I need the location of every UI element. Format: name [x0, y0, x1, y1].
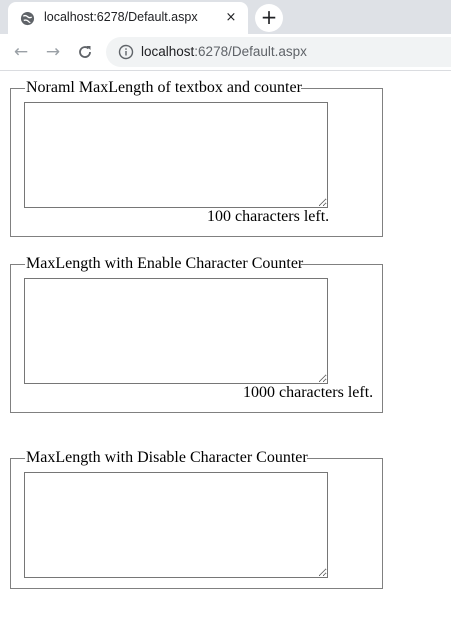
legend-enable-counter: MaxLength with Enable Character Counter — [25, 255, 305, 273]
disabled-counter-textarea[interactable] — [24, 472, 328, 578]
reload-icon[interactable] — [73, 40, 97, 64]
globe-icon — [20, 11, 35, 26]
url-text: localhost:6278/Default.aspx — [141, 44, 307, 59]
legend-disable-counter: MaxLength with Disable Character Counter — [25, 449, 309, 467]
page-content: Noraml MaxLength of textbox and counter … — [0, 71, 451, 640]
new-tab-button[interactable]: + — [255, 4, 283, 32]
address-bar[interactable]: localhost:6278/Default.aspx — [106, 37, 451, 67]
fieldset-border — [301, 88, 383, 89]
browser-chrome: localhost:6278/Default.aspx × + ← → loca… — [0, 0, 451, 71]
legend-normal-maxlength: Noraml MaxLength of textbox and counter — [25, 79, 303, 97]
enabled-counter-textarea[interactable] — [24, 278, 328, 384]
fieldset-border — [10, 264, 25, 265]
fieldset-disable-counter: MaxLength with Disable Character Counter — [10, 449, 383, 589]
fieldset-border — [10, 88, 25, 89]
fieldset-border — [307, 458, 383, 459]
character-counter: 1000 characters left. — [243, 384, 374, 401]
tab-title: localhost:6278/Default.aspx — [44, 10, 198, 24]
fieldset-enable-counter: MaxLength with Enable Character Counter … — [10, 255, 383, 413]
fieldset-border — [10, 458, 25, 459]
character-counter: 100 characters left. — [207, 208, 330, 225]
maxlength-textarea[interactable] — [24, 102, 328, 208]
back-arrow-icon[interactable]: ← — [9, 40, 33, 64]
url-host: localhost — [141, 44, 195, 59]
url-path: :6278/Default.aspx — [194, 44, 307, 59]
info-icon[interactable] — [118, 44, 134, 60]
close-icon[interactable]: × — [221, 8, 241, 28]
fieldset-border — [301, 264, 383, 265]
fieldset-normal-maxlength: Noraml MaxLength of textbox and counter … — [10, 79, 383, 237]
tab-strip: localhost:6278/Default.aspx × + — [0, 0, 451, 34]
browser-tab[interactable]: localhost:6278/Default.aspx × — [8, 2, 248, 34]
browser-toolbar: ← → localhost:6278/Default.aspx — [0, 34, 451, 71]
forward-arrow-icon[interactable]: → — [41, 40, 65, 64]
reload-glyph — [79, 46, 91, 58]
